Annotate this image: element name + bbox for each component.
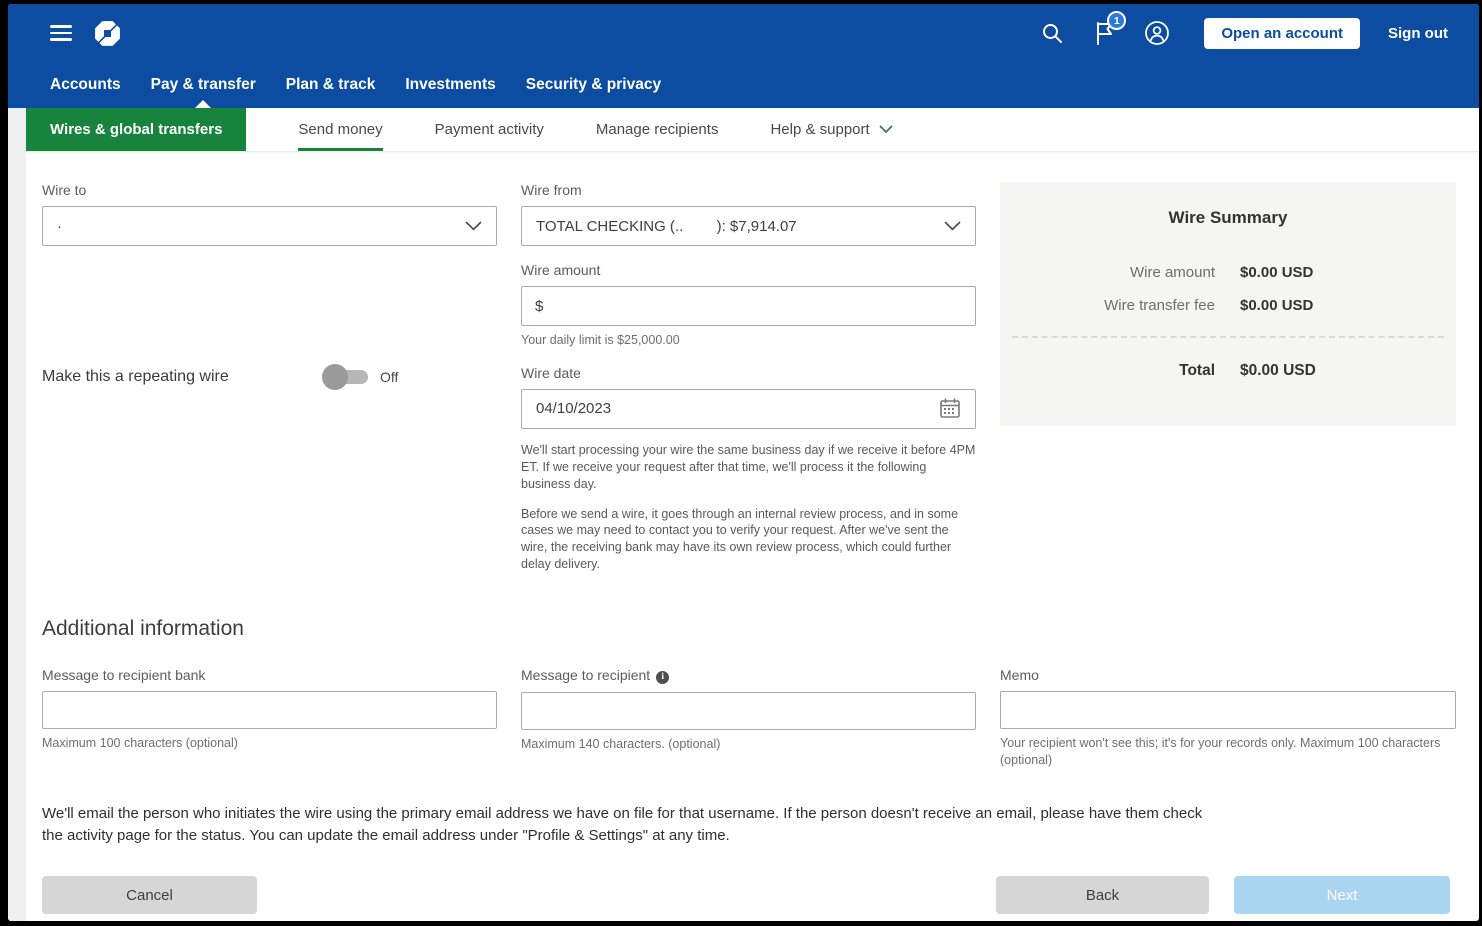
nav-item-security-privacy[interactable]: Security & privacy: [526, 62, 661, 108]
hamburger-menu-icon[interactable]: [50, 21, 72, 45]
chevron-down-icon: [465, 221, 482, 231]
memo-helper: Your recipient won't see this; it's for …: [1000, 735, 1456, 769]
wire-summary-panel: Wire Summary Wire amount $0.00 USD Wire …: [1000, 182, 1456, 426]
summary-row-wire-amount: Wire amount $0.00 USD: [1000, 264, 1456, 281]
wire-from-value: TOTAL CHECKING (.. ): $7,914.07: [536, 218, 797, 235]
summary-row-total: Total $0.00 USD: [1000, 362, 1456, 380]
repeating-wire-row: Make this a repeating wire Off: [42, 364, 497, 390]
daily-limit-helper: Your daily limit is $25,000.00: [521, 332, 976, 349]
nav-item-investments[interactable]: Investments: [405, 62, 495, 108]
wire-to-label: Wire to: [42, 182, 497, 198]
sign-out-button[interactable]: Sign out: [1388, 25, 1448, 42]
wire-date-label: Wire date: [521, 365, 976, 381]
wire-form-content: Wire to · Make this a repeating wire Off: [8, 152, 1479, 914]
repeating-wire-label: Make this a repeating wire: [42, 368, 322, 386]
nav-item-pay-transfer[interactable]: Pay & transfer: [151, 62, 256, 108]
wire-date-value: 04/10/2023: [536, 400, 611, 417]
message-to-recipient-bank-helper: Maximum 100 characters (optional): [42, 735, 497, 752]
repeating-wire-toggle[interactable]: [322, 364, 368, 390]
summary-total-value: $0.00 USD: [1240, 362, 1456, 380]
message-to-recipient-bank-input[interactable]: [42, 691, 497, 729]
processing-note: We'll start processing your wire the sam…: [521, 442, 976, 493]
tab-payment-activity[interactable]: Payment activity: [435, 108, 544, 151]
wire-amount-input[interactable]: [549, 287, 962, 325]
back-button[interactable]: Back: [996, 876, 1209, 914]
column-wire-to: Wire to · Make this a repeating wire Off: [42, 182, 497, 390]
chase-wire-transfer-page: 1 Open an account Sign out Accounts Pay …: [8, 4, 1479, 921]
wire-from-label: Wire from: [521, 182, 976, 198]
wire-from-select[interactable]: TOTAL CHECKING (.. ): $7,914.07: [521, 206, 976, 246]
subnav-tab-bar: Wires & global transfers Send money Paym…: [26, 108, 1479, 152]
memo-label: Memo: [1000, 667, 1456, 683]
dollar-prefix: $: [535, 298, 543, 315]
chase-logo-icon[interactable]: [94, 20, 121, 47]
tab-send-money[interactable]: Send money: [298, 108, 382, 151]
message-to-recipient-bank-label: Message to recipient bank: [42, 667, 497, 683]
open-account-button[interactable]: Open an account: [1204, 18, 1360, 49]
section-wires-global-transfers[interactable]: Wires & global transfers: [26, 108, 246, 151]
summary-dashed-divider: [1012, 336, 1444, 338]
tab-manage-recipients-label: Manage recipients: [596, 121, 719, 138]
chevron-down-icon: [879, 125, 893, 134]
chevron-down-icon: [944, 221, 961, 231]
tab-help-support[interactable]: Help & support: [770, 108, 892, 151]
wire-date-notes: We'll start processing your wire the sam…: [521, 442, 976, 573]
nav-item-plan-track[interactable]: Plan & track: [286, 62, 376, 108]
tab-manage-recipients[interactable]: Manage recipients: [596, 108, 719, 151]
next-button[interactable]: Next: [1234, 876, 1450, 914]
column-wire-details: Wire from TOTAL CHECKING (.. ): $7,914.0…: [521, 182, 976, 573]
summary-wire-amount-value: $0.00 USD: [1240, 264, 1456, 281]
search-icon[interactable]: [1040, 21, 1064, 45]
notifications-flag-icon[interactable]: 1: [1092, 20, 1116, 46]
tab-send-money-label: Send money: [298, 121, 382, 138]
summary-total-label: Total: [1000, 362, 1215, 380]
cancel-button[interactable]: Cancel: [42, 876, 257, 914]
summary-transfer-fee-label: Wire transfer fee: [1000, 297, 1215, 314]
notification-count-badge: 1: [1107, 11, 1126, 30]
message-to-recipient-input[interactable]: [521, 692, 976, 730]
info-icon[interactable]: i: [656, 671, 669, 684]
memo-input[interactable]: [1000, 691, 1456, 729]
top-utility-bar: 1 Open an account Sign out: [8, 4, 1479, 62]
wire-date-field[interactable]: 04/10/2023: [521, 389, 976, 429]
review-note: Before we send a wire, it goes through a…: [521, 506, 976, 574]
profile-icon[interactable]: [1144, 20, 1170, 46]
wire-amount-field: $: [521, 286, 976, 326]
repeating-wire-state: Off: [380, 369, 398, 385]
message-to-recipient-helper: Maximum 140 characters. (optional): [521, 736, 976, 753]
field-memo: Memo Your recipient won't see this; it's…: [1000, 667, 1456, 769]
tab-payment-activity-label: Payment activity: [435, 121, 544, 138]
primary-nav: Accounts Pay & transfer Plan & track Inv…: [8, 62, 1479, 108]
summary-wire-amount-label: Wire amount: [1000, 264, 1215, 281]
nav-item-accounts[interactable]: Accounts: [50, 62, 121, 108]
summary-row-transfer-fee: Wire transfer fee $0.00 USD: [1000, 297, 1456, 314]
wire-to-select[interactable]: ·: [42, 206, 497, 246]
wire-amount-label: Wire amount: [521, 262, 976, 278]
form-actions: Cancel Back Next: [42, 876, 1450, 914]
field-message-to-recipient-bank: Message to recipient bank Maximum 100 ch…: [42, 667, 497, 752]
left-gutter: [8, 108, 26, 921]
message-to-recipient-label: Message to recipienti: [521, 667, 976, 684]
email-notice: We'll email the person who initiates the…: [42, 803, 1222, 847]
wire-to-value: ·: [57, 218, 62, 235]
field-message-to-recipient: Message to recipienti Maximum 140 charac…: [521, 667, 976, 752]
additional-information-heading: Additional information: [42, 617, 1450, 641]
tab-help-support-label: Help & support: [770, 121, 869, 138]
summary-transfer-fee-value: $0.00 USD: [1240, 297, 1456, 314]
calendar-icon[interactable]: [939, 397, 961, 420]
wire-summary-title: Wire Summary: [1000, 208, 1456, 228]
